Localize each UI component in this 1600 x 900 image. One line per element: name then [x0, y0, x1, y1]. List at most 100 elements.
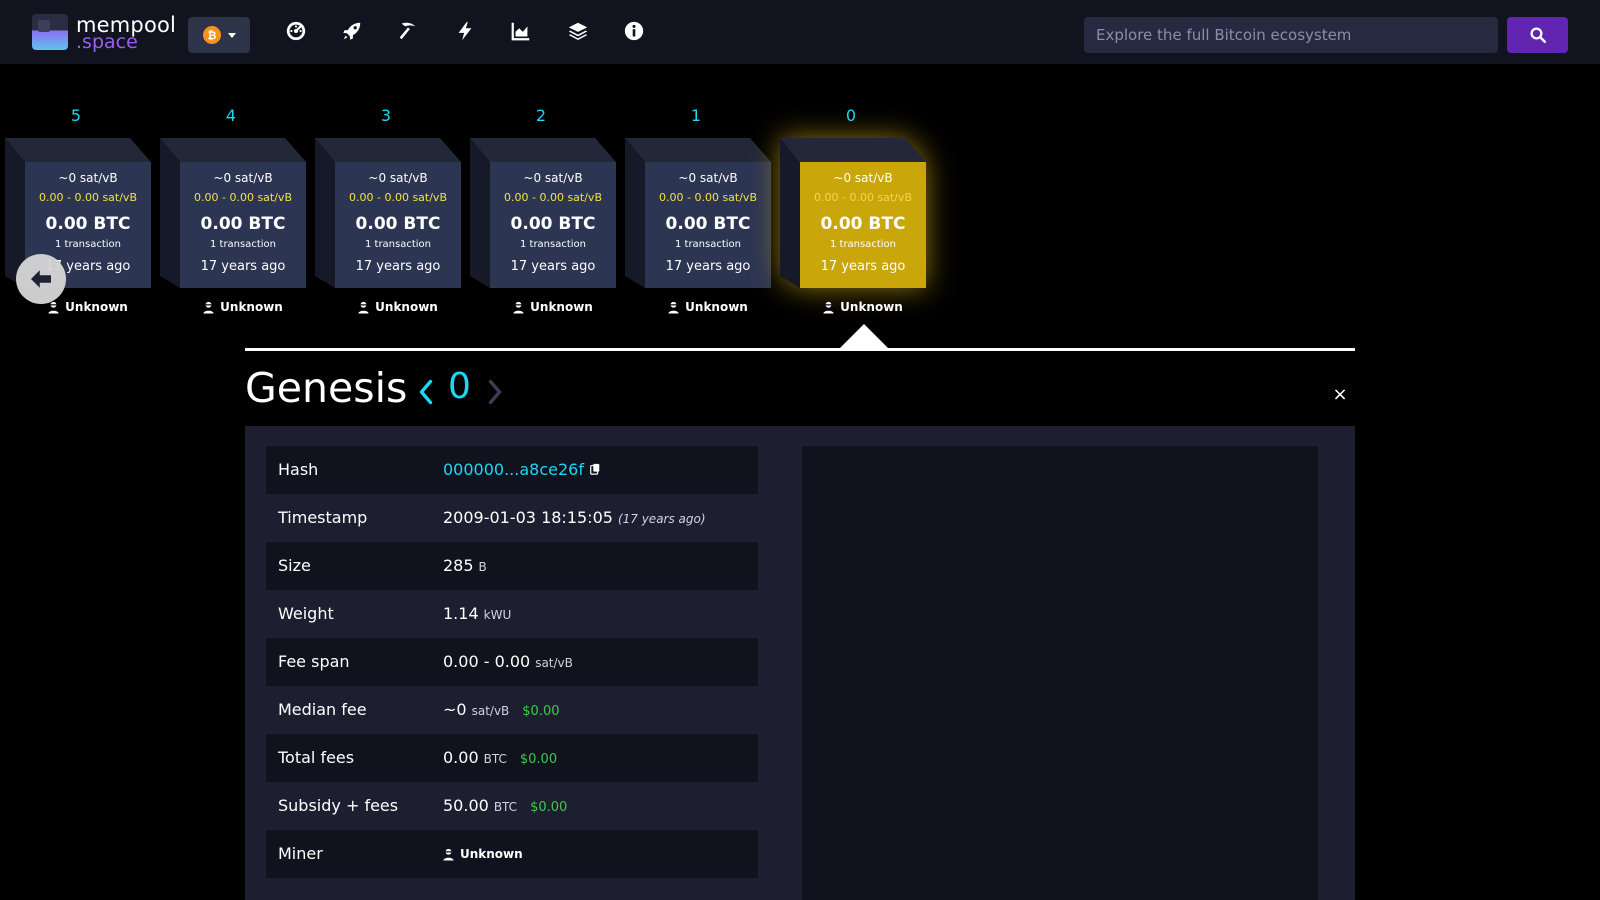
- block-median-fee: ~0 sat/vB: [833, 171, 893, 185]
- table-row-miner: Miner Unknown: [266, 830, 758, 878]
- pickaxe-icon[interactable]: [396, 19, 420, 43]
- miner-icon: [668, 301, 679, 313]
- row-label: Timestamp: [278, 508, 368, 527]
- arrow-left-icon: [31, 270, 51, 288]
- miner-icon: [203, 301, 214, 313]
- chevron-right-icon: [488, 379, 502, 405]
- total-fees-value: 0.00: [443, 748, 479, 767]
- network-selector[interactable]: ₿: [188, 17, 250, 53]
- table-row-weight: Weight 1.14 kWU: [266, 590, 758, 638]
- block-details-table: Hash 000000...a8ce26f Timestamp 2009-01-…: [266, 446, 758, 878]
- block-4[interactable]: 4 ~0 sat/vB 0.00 - 0.00 sat/vB 0.00 BTC …: [160, 64, 306, 324]
- logo-text-space: .space: [76, 31, 138, 53]
- block-size: 0.00 BTC: [665, 214, 751, 234]
- block-cube[interactable]: ~0 sat/vB 0.00 - 0.00 sat/vB 0.00 BTC 1 …: [625, 138, 771, 288]
- timestamp-ago: (17 years ago): [617, 512, 706, 526]
- block-cube[interactable]: ~0 sat/vB 0.00 - 0.00 sat/vB 0.00 BTC 1 …: [470, 138, 616, 288]
- fee-span-unit: sat/vB: [535, 656, 573, 670]
- block-height[interactable]: 5: [5, 106, 147, 125]
- miner-icon: [823, 301, 834, 313]
- block-height[interactable]: 3: [315, 106, 457, 125]
- miner-icon: [358, 301, 369, 313]
- total-fees-unit: BTC: [483, 752, 507, 766]
- search-button[interactable]: [1507, 17, 1568, 53]
- block-0-selected[interactable]: 0 ~0 sat/vB 0.00 - 0.00 sat/vB 0.00 BTC …: [780, 64, 926, 324]
- divider-line: [245, 348, 1355, 351]
- table-row-fee-span: Fee span 0.00 - 0.00 sat/vB: [266, 638, 758, 686]
- subsidy-fees-unit: BTC: [493, 800, 518, 814]
- block-1[interactable]: 1 ~0 sat/vB 0.00 - 0.00 sat/vB 0.00 BTC …: [625, 64, 771, 324]
- row-label: Weight: [278, 604, 334, 623]
- block-time: 17 years ago: [820, 259, 906, 274]
- row-label: Size: [278, 556, 311, 575]
- block-height[interactable]: 4: [160, 106, 302, 125]
- block-fee-range: 0.00 - 0.00 sat/vB: [349, 191, 447, 204]
- row-label: Miner: [278, 844, 323, 863]
- table-row-timestamp: Timestamp 2009-01-03 18:15:05 (17 years …: [266, 494, 758, 542]
- block-height[interactable]: 2: [470, 106, 612, 125]
- info-icon[interactable]: [622, 19, 646, 43]
- row-label: Median fee: [278, 700, 367, 719]
- chart-icon[interactable]: [509, 19, 533, 43]
- weight-unit: kWU: [483, 608, 512, 622]
- table-row-total-fees: Total fees 0.00 BTC $0.00: [266, 734, 758, 782]
- mempool-logo[interactable]: mempool .space: [32, 13, 178, 53]
- block-size: 0.00 BTC: [820, 214, 906, 234]
- miner-name[interactable]: Unknown: [460, 847, 523, 861]
- block-time: 17 years ago: [355, 259, 441, 274]
- block-2[interactable]: 2 ~0 sat/vB 0.00 - 0.00 sat/vB 0.00 BTC …: [470, 64, 616, 324]
- subsidy-fees-usd: $0.00: [530, 800, 568, 815]
- block-median-fee: ~0 sat/vB: [678, 171, 738, 185]
- block-cube[interactable]: ~0 sat/vB 0.00 - 0.00 sat/vB 0.00 BTC 1 …: [780, 138, 926, 288]
- block-height[interactable]: 1: [625, 106, 767, 125]
- block-fee-range: 0.00 - 0.00 sat/vB: [504, 191, 602, 204]
- block-tx-count: 1 transaction: [519, 239, 587, 250]
- chevron-left-icon: [419, 379, 433, 405]
- lightning-icon[interactable]: [453, 19, 477, 43]
- block-visualization[interactable]: [802, 446, 1318, 900]
- block-median-fee: ~0 sat/vB: [213, 171, 273, 185]
- block-fee-range: 0.00 - 0.00 sat/vB: [39, 191, 137, 204]
- copy-icon[interactable]: [589, 463, 601, 475]
- selected-block-pointer: [838, 324, 890, 350]
- dashboard-icon[interactable]: [284, 19, 308, 43]
- timestamp-value: 2009-01-03 18:15:05: [443, 508, 613, 527]
- block-miner: Unknown: [335, 300, 461, 314]
- layers-icon[interactable]: [566, 19, 590, 43]
- block-cube[interactable]: ~0 sat/vB 0.00 - 0.00 sat/vB 0.00 BTC 1 …: [160, 138, 306, 288]
- block-fee-range: 0.00 - 0.00 sat/vB: [814, 191, 912, 204]
- block-miner-name: Unknown: [840, 300, 903, 314]
- next-block-button[interactable]: [483, 375, 507, 409]
- block-size: 0.00 BTC: [45, 214, 131, 234]
- block-median-fee: ~0 sat/vB: [368, 171, 428, 185]
- block-fee-range: 0.00 - 0.00 sat/vB: [659, 191, 757, 204]
- rocket-icon[interactable]: [340, 19, 364, 43]
- close-icon[interactable]: ×: [1331, 386, 1349, 404]
- block-miner-name: Unknown: [375, 300, 438, 314]
- row-value: 285 B: [443, 556, 487, 575]
- size-unit: B: [478, 560, 487, 574]
- block-hash-link[interactable]: 000000...a8ce26f: [443, 460, 584, 479]
- block-miner: Unknown: [490, 300, 616, 314]
- block-size: 0.00 BTC: [355, 214, 441, 234]
- previous-block-button[interactable]: [414, 375, 438, 409]
- row-label: Hash: [278, 460, 319, 479]
- block-3[interactable]: 3 ~0 sat/vB 0.00 - 0.00 sat/vB 0.00 BTC …: [315, 64, 461, 324]
- table-row-subsidy-fees: Subsidy + fees 50.00 BTC $0.00: [266, 782, 758, 830]
- navbar: mempool .space ₿: [0, 0, 1600, 64]
- block-time: 17 years ago: [200, 259, 286, 274]
- block-size: 0.00 BTC: [510, 214, 596, 234]
- search-input[interactable]: [1084, 17, 1498, 53]
- total-fees-usd: $0.00: [519, 752, 558, 767]
- block-tx-count: 1 transaction: [829, 239, 897, 250]
- block-miner: Unknown: [645, 300, 771, 314]
- block-cube[interactable]: ~0 sat/vB 0.00 - 0.00 sat/vB 0.00 BTC 1 …: [315, 138, 461, 288]
- block-miner: Unknown: [800, 300, 926, 314]
- blockchain-strip: 5 ~0 sat/vB 0.00 - 0.00 sat/vB 0.00 BTC …: [0, 64, 1600, 354]
- block-tx-count: 1 transaction: [674, 239, 742, 250]
- block-height[interactable]: 0: [780, 106, 922, 125]
- chevron-down-icon: [228, 33, 236, 38]
- back-arrow-button[interactable]: [16, 254, 66, 304]
- miner-icon: [443, 848, 454, 860]
- block-height-title: 0: [448, 366, 471, 407]
